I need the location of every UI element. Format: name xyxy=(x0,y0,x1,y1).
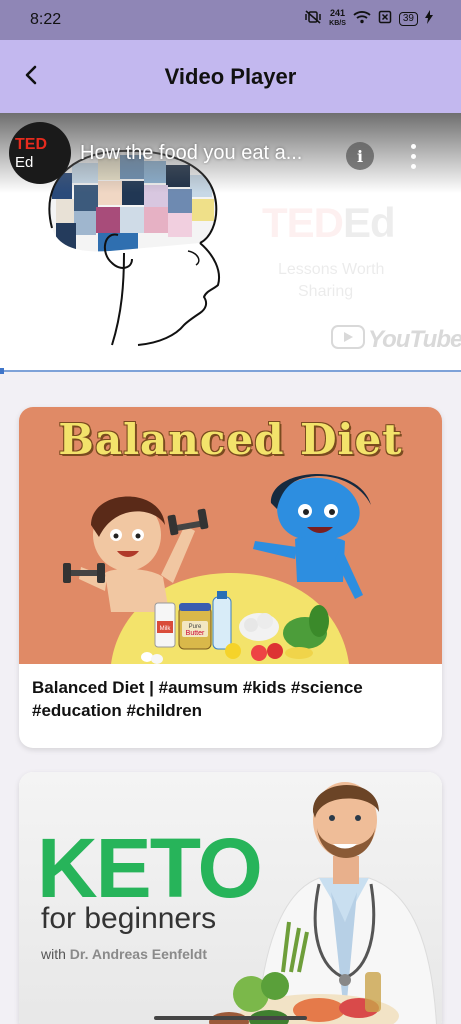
butter-label-2: Butter xyxy=(186,630,205,637)
milk-label: Milk xyxy=(160,626,172,632)
more-options-button[interactable] xyxy=(402,141,424,171)
gesture-nav-handle[interactable] xyxy=(154,1016,307,1020)
channel-avatar[interactable]: TED Ed xyxy=(9,122,71,184)
video-progress-bar[interactable] xyxy=(0,370,461,372)
video-title[interactable]: How the food you eat a... xyxy=(80,142,338,165)
video-progress-handle[interactable] xyxy=(0,368,4,374)
app-bar: Video Player xyxy=(0,40,461,113)
youtube-play-icon xyxy=(331,325,365,354)
doctor-illustration xyxy=(209,782,437,1024)
youtube-logo[interactable]: YouTube xyxy=(331,325,461,354)
video-caption[interactable]: Balanced Diet | #aumsum #kids #science #… xyxy=(19,664,442,734)
avatar-ed-text: Ed xyxy=(15,154,34,171)
status-time: 8:22 xyxy=(30,11,62,28)
balanced-diet-illustration: Milk Pure Butter xyxy=(63,473,371,664)
net-speed-unit: KB/S xyxy=(329,20,346,27)
battery-icon: 39 xyxy=(398,11,418,26)
watermark-line-2: Sharing xyxy=(298,283,354,300)
vibrate-off-icon xyxy=(304,10,322,27)
more-vertical-icon xyxy=(410,143,416,149)
video-thumbnail[interactable]: Balanced Diet Milk Pure Butter xyxy=(19,407,442,664)
watermark-ted: TED xyxy=(262,199,344,246)
no-sim-icon xyxy=(378,10,392,27)
video-card[interactable]: KETO for beginners with Dr. Andreas Eenf… xyxy=(19,772,442,1024)
info-icon: i xyxy=(356,146,364,166)
video-card[interactable]: Balanced Diet Milk Pure Butter Balanced … xyxy=(19,407,442,748)
charging-icon xyxy=(425,10,433,27)
net-speed-value: 241 xyxy=(329,8,346,18)
video-player[interactable]: TED Ed How the food you eat a... i TEDEd… xyxy=(0,113,461,372)
youtube-text: YouTube xyxy=(368,325,461,353)
avatar-ted-text: TED xyxy=(15,136,47,153)
video-watermark-brand: TEDEd xyxy=(262,199,396,247)
info-button[interactable]: i xyxy=(346,142,374,170)
status-bar: 8:22 241 KB/S 39 xyxy=(0,0,461,40)
video-thumbnail[interactable]: KETO for beginners with Dr. Andreas Eenf… xyxy=(19,772,442,1024)
wifi-icon xyxy=(353,10,371,27)
status-icons: 241 KB/S 39 xyxy=(304,9,433,28)
watermark-line-1: Lessons Worth xyxy=(278,261,385,278)
page-title: Video Player xyxy=(164,64,297,89)
watermark-ed: Ed xyxy=(343,199,396,246)
network-speed: 241 KB/S xyxy=(329,9,346,28)
